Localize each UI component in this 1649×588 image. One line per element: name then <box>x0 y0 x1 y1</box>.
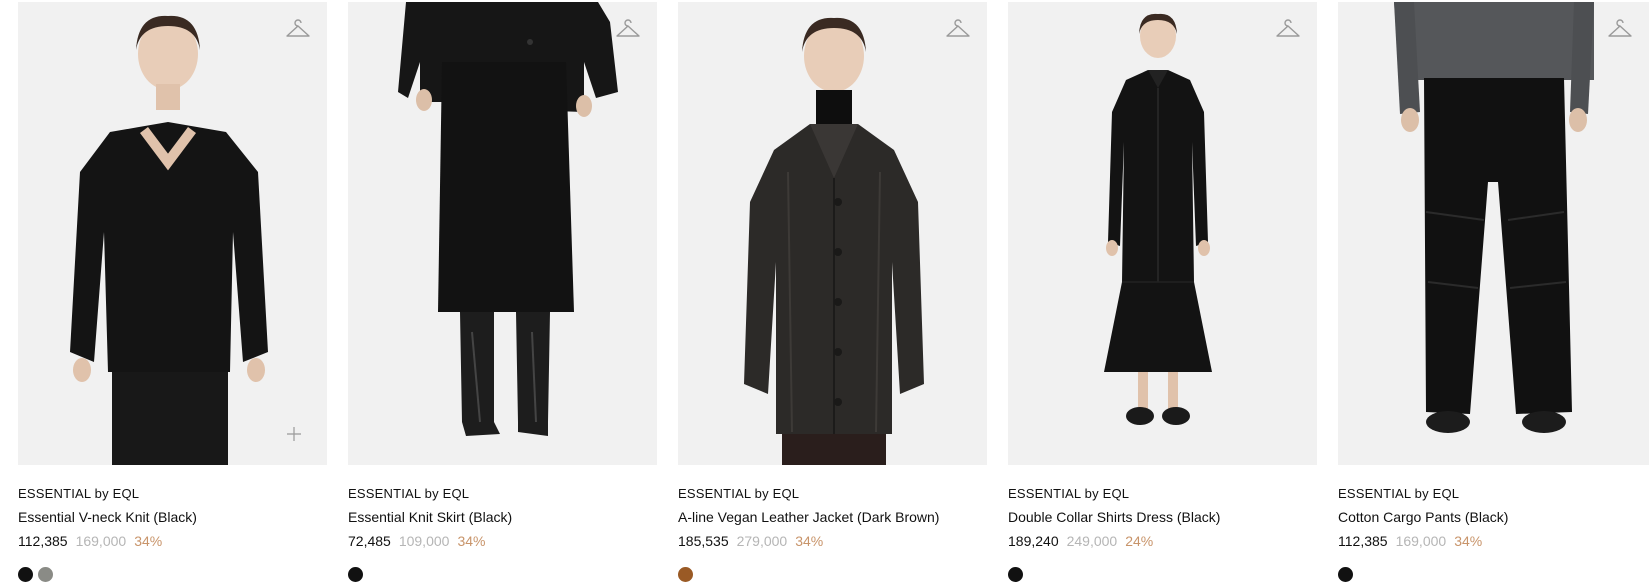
color-swatches <box>1338 567 1649 583</box>
color-swatches <box>1008 567 1317 583</box>
product-card[interactable]: ESSENTIAL by EQL Cotton Cargo Pants (Bla… <box>1338 2 1649 588</box>
discount-rate: 34% <box>457 533 486 549</box>
brand-name: ESSENTIAL by EQL <box>1338 486 1460 501</box>
product-image[interactable] <box>1338 2 1649 465</box>
product-image[interactable] <box>18 2 327 465</box>
original-price: 169,000 <box>1395 533 1447 549</box>
original-price: 279,000 <box>736 533 788 549</box>
original-price: 249,000 <box>1066 533 1118 549</box>
product-name[interactable]: Cotton Cargo Pants (Black) <box>1338 509 1649 527</box>
hanger-icon[interactable] <box>1275 18 1301 42</box>
discount-rate: 34% <box>795 533 824 549</box>
product-image[interactable] <box>348 2 657 465</box>
discount-rate: 34% <box>1454 533 1483 549</box>
discount-rate: 34% <box>134 533 163 549</box>
model-photo <box>1104 13 1212 425</box>
original-price: 109,000 <box>398 533 450 549</box>
product-image[interactable] <box>1008 2 1317 465</box>
color-swatches <box>18 567 327 583</box>
model-photo <box>744 17 924 465</box>
model-photo <box>70 15 268 465</box>
color-swatches <box>348 567 657 583</box>
model-photo <box>1394 2 1594 433</box>
price-row: 112,385 169,000 34% <box>1338 533 1649 551</box>
price-row: 185,535 279,000 34% <box>678 533 987 551</box>
sale-price: 185,535 <box>678 533 729 549</box>
hanger-icon[interactable] <box>615 18 641 42</box>
product-name[interactable]: A-line Vegan Leather Jacket (Dark Brown) <box>678 509 987 527</box>
color-swatches <box>678 567 987 583</box>
color-swatch[interactable] <box>1008 567 1023 582</box>
color-swatch[interactable] <box>348 567 363 582</box>
price-row: 112,385 169,000 34% <box>18 533 327 551</box>
product-name[interactable]: Double Collar Shirts Dress (Black) <box>1008 509 1317 527</box>
color-swatch[interactable] <box>18 567 33 582</box>
color-swatch[interactable] <box>38 567 53 582</box>
product-image[interactable] <box>678 2 987 465</box>
brand-name: ESSENTIAL by EQL <box>18 486 140 501</box>
product-name[interactable]: Essential Knit Skirt (Black) <box>348 509 657 527</box>
original-price: 169,000 <box>75 533 127 549</box>
brand-name: ESSENTIAL by EQL <box>348 486 470 501</box>
sale-price: 112,385 <box>18 533 68 549</box>
sale-price: 112,385 <box>1338 533 1388 549</box>
product-grid: ESSENTIAL by EQL Essential V-neck Knit (… <box>0 0 1649 588</box>
product-card[interactable]: ESSENTIAL by EQL A-line Vegan Leather Ja… <box>678 2 987 588</box>
plus-icon[interactable] <box>285 425 303 443</box>
price-row: 72,485 109,000 34% <box>348 533 657 551</box>
sale-price: 189,240 <box>1008 533 1059 549</box>
sale-price: 72,485 <box>348 533 391 549</box>
hanger-icon[interactable] <box>1607 18 1633 42</box>
hanger-icon[interactable] <box>285 18 311 42</box>
product-card[interactable]: ESSENTIAL by EQL Essential Knit Skirt (B… <box>348 2 657 588</box>
price-row: 189,240 249,000 24% <box>1008 533 1317 551</box>
hanger-icon[interactable] <box>945 18 971 42</box>
color-swatch[interactable] <box>1338 567 1353 582</box>
product-card[interactable]: ESSENTIAL by EQL Essential V-neck Knit (… <box>18 2 327 588</box>
product-card[interactable]: ESSENTIAL by EQL Double Collar Shirts Dr… <box>1008 2 1317 588</box>
discount-rate: 24% <box>1125 533 1154 549</box>
brand-name: ESSENTIAL by EQL <box>678 486 800 501</box>
model-photo <box>398 2 618 436</box>
color-swatch[interactable] <box>678 567 693 582</box>
product-name[interactable]: Essential V-neck Knit (Black) <box>18 509 327 527</box>
brand-name: ESSENTIAL by EQL <box>1008 486 1130 501</box>
